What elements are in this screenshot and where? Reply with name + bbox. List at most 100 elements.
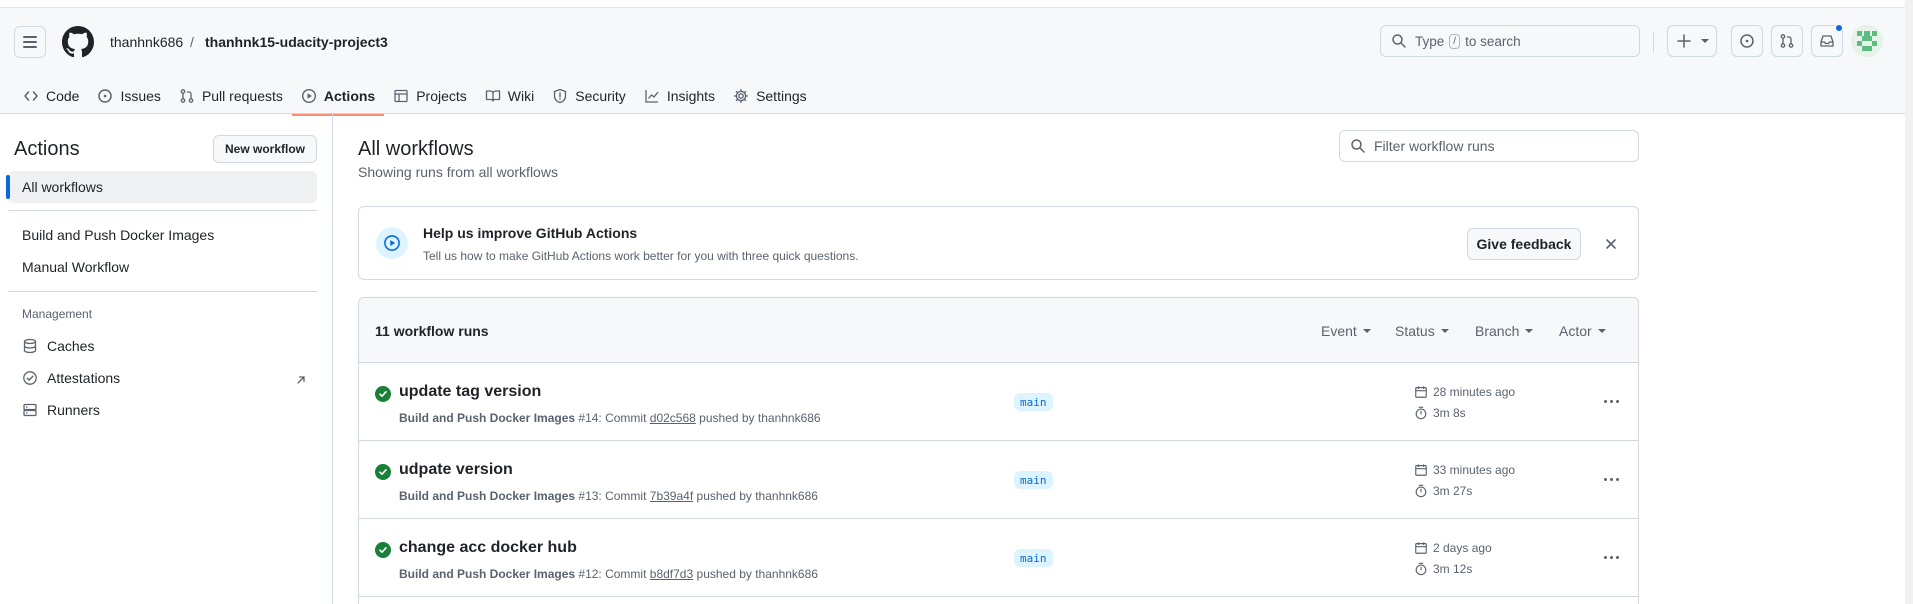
tab-label: Pull requests	[201, 88, 283, 104]
feedback-title: Help us improve GitHub Actions	[423, 225, 638, 241]
stopwatch-icon	[1415, 406, 1427, 420]
filter-placeholder: Filter workflow runs	[1374, 138, 1495, 154]
menu-button[interactable]	[14, 26, 46, 58]
stopwatch-icon	[1415, 484, 1427, 498]
run-timestamp: 28 minutes ago	[1414, 385, 1515, 399]
page-scrollbar[interactable]	[1905, 0, 1913, 604]
commit-sha-link[interactable]: 7b39a4f	[650, 489, 693, 503]
sidebar-item-label[interactable]: All workflows	[22, 179, 103, 195]
global-search-input[interactable]: Type / to search	[1380, 25, 1640, 57]
tab-label: Insights	[666, 88, 716, 104]
run-duration: 3m 8s	[1414, 406, 1466, 420]
tab-actions[interactable]: Actions	[291, 78, 385, 116]
run-title[interactable]: udpate version	[399, 461, 513, 479]
run-title[interactable]: update tag version	[399, 383, 541, 401]
sidebar-item-build-and-push[interactable]: Build and Push Docker Images	[22, 227, 214, 243]
calendar-icon	[1415, 542, 1427, 554]
tab-label: Wiki	[507, 88, 535, 104]
search-icon	[1351, 139, 1365, 153]
chevron-down-icon	[1597, 329, 1606, 333]
sidebar-item-attestations[interactable]: Attestations	[22, 370, 120, 386]
commit-sha-link[interactable]: b8df7d3	[650, 567, 693, 581]
tab-label: Settings	[756, 88, 807, 104]
tab-pull-requests[interactable]: Pull requests	[170, 78, 292, 114]
browser-top-strip	[0, 0, 1913, 8]
menu-line	[23, 36, 37, 38]
run-workflow-name: Build and Push Docker Images	[399, 411, 576, 425]
run-duration-text: 3m 27s	[1433, 484, 1473, 498]
branch-filter-dropdown[interactable]: Branch	[1475, 323, 1534, 339]
workflow-runs-list: 11 workflow runs Event Status Branch Act…	[358, 297, 1639, 604]
actor-filter-dropdown[interactable]: Actor	[1559, 323, 1606, 339]
runs-count: 11 workflow runs	[375, 323, 489, 339]
tab-wiki[interactable]: Wiki	[476, 78, 543, 114]
success-check-icon	[375, 386, 391, 402]
management-heading: Management	[22, 307, 93, 321]
branch-label[interactable]: main	[1014, 393, 1053, 411]
page-title: All workflows	[358, 138, 474, 160]
commit-label: Commit	[605, 411, 647, 425]
issue-icon	[1740, 34, 1754, 48]
tab-label: Security	[575, 88, 626, 104]
tab-security[interactable]: Security	[543, 78, 635, 114]
workflow-run-row[interactable]: udpate version Build and Push Docker Ima…	[359, 441, 1638, 519]
create-new-button[interactable]	[1667, 25, 1717, 57]
external-link-icon	[297, 376, 305, 384]
run-duration-text: 3m 8s	[1433, 406, 1466, 420]
inbox-icon	[1820, 35, 1834, 47]
give-feedback-button[interactable]: Give feedback	[1467, 228, 1581, 260]
shield-icon	[554, 88, 567, 104]
success-check-icon	[375, 542, 391, 558]
header-divider	[1653, 32, 1654, 52]
branch-label[interactable]: main	[1014, 471, 1053, 489]
chevron-down-icon	[1362, 329, 1371, 333]
kebab-menu-icon[interactable]	[1599, 547, 1623, 567]
kebab-menu-icon[interactable]	[1599, 391, 1623, 411]
new-workflow-button[interactable]: New workflow	[213, 135, 317, 163]
server-icon	[23, 403, 37, 417]
sidebar-divider	[8, 291, 317, 292]
close-icon[interactable]	[1602, 235, 1620, 253]
avatar[interactable]	[1851, 25, 1883, 57]
tab-label: Issues	[120, 88, 161, 104]
active-indicator	[6, 175, 10, 199]
breadcrumb-owner[interactable]: thanhnk686	[110, 32, 183, 52]
notification-dot	[1835, 24, 1843, 32]
repo-tabs: Code Issues Pull requests Actions Projec…	[14, 78, 816, 116]
tab-label: Projects	[416, 88, 467, 104]
sidebar-divider	[8, 210, 317, 211]
run-duration: 3m 27s	[1414, 484, 1472, 498]
kebab-menu-icon[interactable]	[1599, 469, 1623, 489]
filter-workflow-runs-input[interactable]: Filter workflow runs	[1339, 130, 1639, 162]
run-workflow-name: Build and Push Docker Images	[399, 567, 576, 581]
tab-projects[interactable]: Projects	[384, 78, 476, 114]
search-text-before: Type	[1415, 33, 1445, 49]
workflow-run-row[interactable]: change acc docker hub Build and Push Doc…	[359, 519, 1638, 597]
pushed-by: pushed by thanhnk686	[696, 489, 818, 503]
status-filter-dropdown[interactable]: Status	[1395, 323, 1449, 339]
sidebar-item-caches[interactable]: Caches	[22, 338, 94, 354]
event-filter-dropdown[interactable]: Event	[1321, 323, 1371, 339]
tab-code[interactable]: Code	[14, 78, 88, 114]
actions-sidebar: Actions New workflow All workflows Build…	[0, 114, 333, 604]
pull-requests-button[interactable]	[1771, 25, 1803, 57]
tab-insights[interactable]: Insights	[635, 78, 724, 114]
sidebar-item-runners[interactable]: Runners	[22, 402, 100, 418]
breadcrumb-repo[interactable]: thanhnk15-udacity-project3	[205, 32, 388, 52]
feedback-banner: Help us improve GitHub Actions Tell us h…	[358, 206, 1639, 280]
identicon-icon	[1851, 25, 1883, 57]
issues-button[interactable]	[1731, 25, 1763, 57]
run-timestamp: 33 minutes ago	[1414, 463, 1515, 477]
branch-label[interactable]: main	[1014, 549, 1053, 567]
workflow-run-row[interactable]: update tag version Build and Push Docker…	[359, 363, 1638, 441]
run-title[interactable]: change acc docker hub	[399, 539, 577, 557]
tab-settings[interactable]: Settings	[724, 78, 816, 114]
run-workflow-name: Build and Push Docker Images	[399, 489, 576, 503]
menu-line	[23, 46, 37, 48]
tab-label: Actions	[323, 88, 376, 104]
sidebar-item-manual-workflow[interactable]: Manual Workflow	[22, 259, 129, 275]
tab-issues[interactable]: Issues	[88, 78, 169, 114]
commit-sha-link[interactable]: d02c568	[650, 411, 696, 425]
chevron-down-icon	[1440, 329, 1449, 333]
github-logo-icon[interactable]	[62, 26, 94, 58]
